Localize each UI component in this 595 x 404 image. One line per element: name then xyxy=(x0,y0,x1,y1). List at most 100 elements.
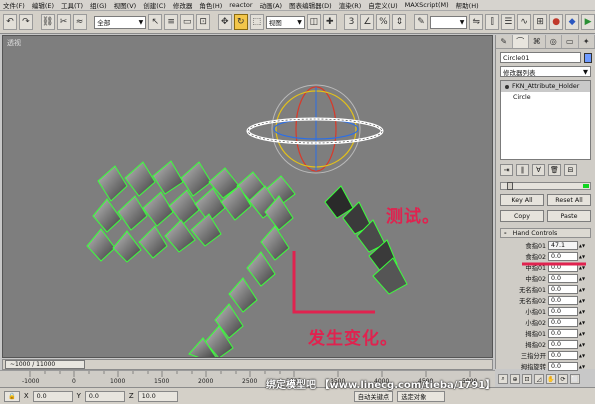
tab-create[interactable]: ✎ xyxy=(496,35,513,48)
menu-modifiers[interactable]: 修改器 xyxy=(173,0,193,10)
spinner-arrows-icon[interactable]: ▲▼ xyxy=(579,241,585,250)
spinner-arrows-icon[interactable]: ▲▼ xyxy=(579,296,585,305)
mirror-icon[interactable]: ⇋ xyxy=(469,14,484,30)
menu-help[interactable]: 帮助(H) xyxy=(456,0,479,10)
menu-customize[interactable]: 自定义(U) xyxy=(368,0,397,10)
bind-space-warp-icon[interactable]: ≈ xyxy=(72,14,87,30)
tab-display[interactable]: ▭ xyxy=(562,35,579,48)
spinner-arrows-icon[interactable]: ▲▼ xyxy=(579,351,585,360)
control-spinner[interactable]: 0.0 xyxy=(548,296,578,305)
show-end-result-icon[interactable]: ∥ xyxy=(516,164,529,176)
orbit-icon[interactable]: ⟳ xyxy=(558,374,568,384)
menu-reactor[interactable]: reactor xyxy=(229,1,252,9)
object-name-field[interactable]: Circle01 xyxy=(500,52,581,63)
percent-snap-icon[interactable]: % xyxy=(376,14,391,30)
named-selection-dropdown[interactable]: ▼ xyxy=(430,15,468,29)
hand-controls-rollout[interactable]: - Hand Controls xyxy=(500,228,591,238)
select-object-icon[interactable]: ↖ xyxy=(148,14,163,30)
menu-rendering[interactable]: 渲染(R) xyxy=(339,0,362,10)
tab-modify[interactable]: ⌒ xyxy=(512,35,529,48)
spinner-arrows-icon[interactable]: ▲▼ xyxy=(579,329,585,338)
quick-render-icon[interactable]: ▶ xyxy=(581,14,595,30)
spinner-snap-icon[interactable]: ⇕ xyxy=(392,14,407,30)
reference-coord-dropdown[interactable]: 视图 ▼ xyxy=(265,15,305,29)
menu-tools[interactable]: 工具(T) xyxy=(61,0,83,10)
key-filter-dropdown[interactable]: 选定对象 xyxy=(397,390,446,402)
move-icon[interactable]: ✥ xyxy=(217,14,232,30)
paste-button[interactable]: Paste xyxy=(547,210,591,222)
fov-icon[interactable]: ◿ xyxy=(534,374,544,384)
select-manipulate-icon[interactable]: ✚ xyxy=(322,14,337,30)
unlink-icon[interactable]: ✂ xyxy=(56,14,71,30)
pivot-center-icon[interactable]: ◫ xyxy=(306,14,321,30)
remove-modifier-icon[interactable]: 🗑 xyxy=(548,164,561,176)
control-spinner[interactable]: 0.0 xyxy=(548,362,578,371)
control-spinner[interactable]: 0.0 xyxy=(548,340,578,349)
key-all-button[interactable]: Key All xyxy=(500,194,544,206)
reset-all-button[interactable]: Reset All xyxy=(547,194,591,206)
angle-snap-icon[interactable]: ∠ xyxy=(360,14,375,30)
menu-maxscript[interactable]: MAXScript(M) xyxy=(405,1,449,9)
spinner-arrows-icon[interactable]: ▲▼ xyxy=(579,307,585,316)
tab-motion[interactable]: ◎ xyxy=(546,35,562,48)
viewport-label[interactable]: 透视 xyxy=(7,38,21,48)
control-spinner[interactable]: 0.0 xyxy=(548,329,578,338)
slider-thumb[interactable] xyxy=(507,182,513,190)
zoom-extents-icon[interactable]: ⊡ xyxy=(522,374,532,384)
scale-icon[interactable]: ⬚ xyxy=(249,14,264,30)
menu-character[interactable]: 角色(H) xyxy=(199,0,222,10)
spinner-arrows-icon[interactable]: ▲▼ xyxy=(579,340,585,349)
modifier-list-dropdown[interactable]: 修改器列表 ▼ xyxy=(500,66,591,77)
zoom-icon[interactable]: ⌕ xyxy=(498,374,508,384)
align-icon[interactable]: ⫿ xyxy=(485,14,500,30)
control-spinner[interactable]: 0.0 xyxy=(548,274,578,283)
control-spinner[interactable]: 0.0 xyxy=(548,307,578,316)
redo-icon[interactable]: ↷ xyxy=(18,14,33,30)
coord-x-field[interactable]: 0.0 xyxy=(32,390,73,402)
rect-selection-icon[interactable]: ▭ xyxy=(180,14,195,30)
material-editor-icon[interactable]: ● xyxy=(549,14,564,30)
control-spinner[interactable]: 47.1 xyxy=(548,241,578,250)
maximize-viewport-icon[interactable]: ⬜ xyxy=(570,374,580,384)
configure-sets-icon[interactable]: ⊟ xyxy=(564,164,577,176)
select-link-icon[interactable]: ⛓ xyxy=(40,14,55,30)
tab-hierarchy[interactable]: ⌘ xyxy=(529,35,546,48)
control-spinner[interactable]: 0.0 xyxy=(548,285,578,294)
coord-z-field[interactable]: 10.0 xyxy=(137,390,178,402)
menu-file[interactable]: 文件(F) xyxy=(3,0,25,10)
copy-button[interactable]: Copy xyxy=(500,210,544,222)
control-spinner[interactable]: 0.0 xyxy=(548,318,578,327)
render-setup-icon[interactable]: ◆ xyxy=(565,14,580,30)
stack-item-circle[interactable]: Circle xyxy=(501,92,590,103)
pan-icon[interactable]: ✋ xyxy=(546,374,556,384)
snap-toggle-icon[interactable]: 3 xyxy=(344,14,359,30)
spinner-arrows-icon[interactable]: ▲▼ xyxy=(579,318,585,327)
curve-editor-icon[interactable]: ∿ xyxy=(517,14,532,30)
selection-lock-icon[interactable]: 🔒 xyxy=(4,390,20,402)
spinner-arrows-icon[interactable]: ▲▼ xyxy=(579,285,585,294)
menu-views[interactable]: 视图(V) xyxy=(114,0,137,10)
object-color-swatch[interactable] xyxy=(584,53,592,63)
spinner-arrows-icon[interactable]: ▲▼ xyxy=(579,362,585,371)
schematic-view-icon[interactable]: ⊞ xyxy=(533,14,548,30)
spinner-arrows-icon[interactable]: ▲▼ xyxy=(579,274,585,283)
menu-animation[interactable]: 动画(A) xyxy=(260,0,283,10)
auto-key-button[interactable]: 自动关键点 xyxy=(353,390,394,402)
named-selection-icon[interactable]: ✎ xyxy=(414,14,429,30)
menu-graph-editors[interactable]: 图表编辑器(D) xyxy=(289,0,332,10)
selection-filter-dropdown[interactable]: 全部 ▼ xyxy=(94,15,147,29)
viewport-perspective[interactable]: 透视 测试。 发生变化。 xyxy=(2,35,493,358)
control-spinner[interactable]: 0.0 xyxy=(548,351,578,360)
window-crossing-icon[interactable]: ⊡ xyxy=(196,14,211,30)
tab-utilities[interactable]: ✦ xyxy=(579,35,595,48)
layer-manager-icon[interactable]: ☰ xyxy=(501,14,516,30)
coord-y-field[interactable]: 0.0 xyxy=(84,390,125,402)
menu-group[interactable]: 组(G) xyxy=(90,0,107,10)
menu-create[interactable]: 创建(C) xyxy=(143,0,166,10)
make-unique-icon[interactable]: ∀ xyxy=(532,164,545,176)
rotate-icon[interactable]: ↻ xyxy=(233,14,248,30)
time-slider[interactable]: ~1000 / 11000 xyxy=(5,360,85,369)
zoom-all-icon[interactable]: ⊕ xyxy=(510,374,520,384)
stack-item-attribute-holder[interactable]: FKN_Attribute_Holder xyxy=(501,81,590,92)
pin-stack-icon[interactable]: ⇥ xyxy=(500,164,513,176)
